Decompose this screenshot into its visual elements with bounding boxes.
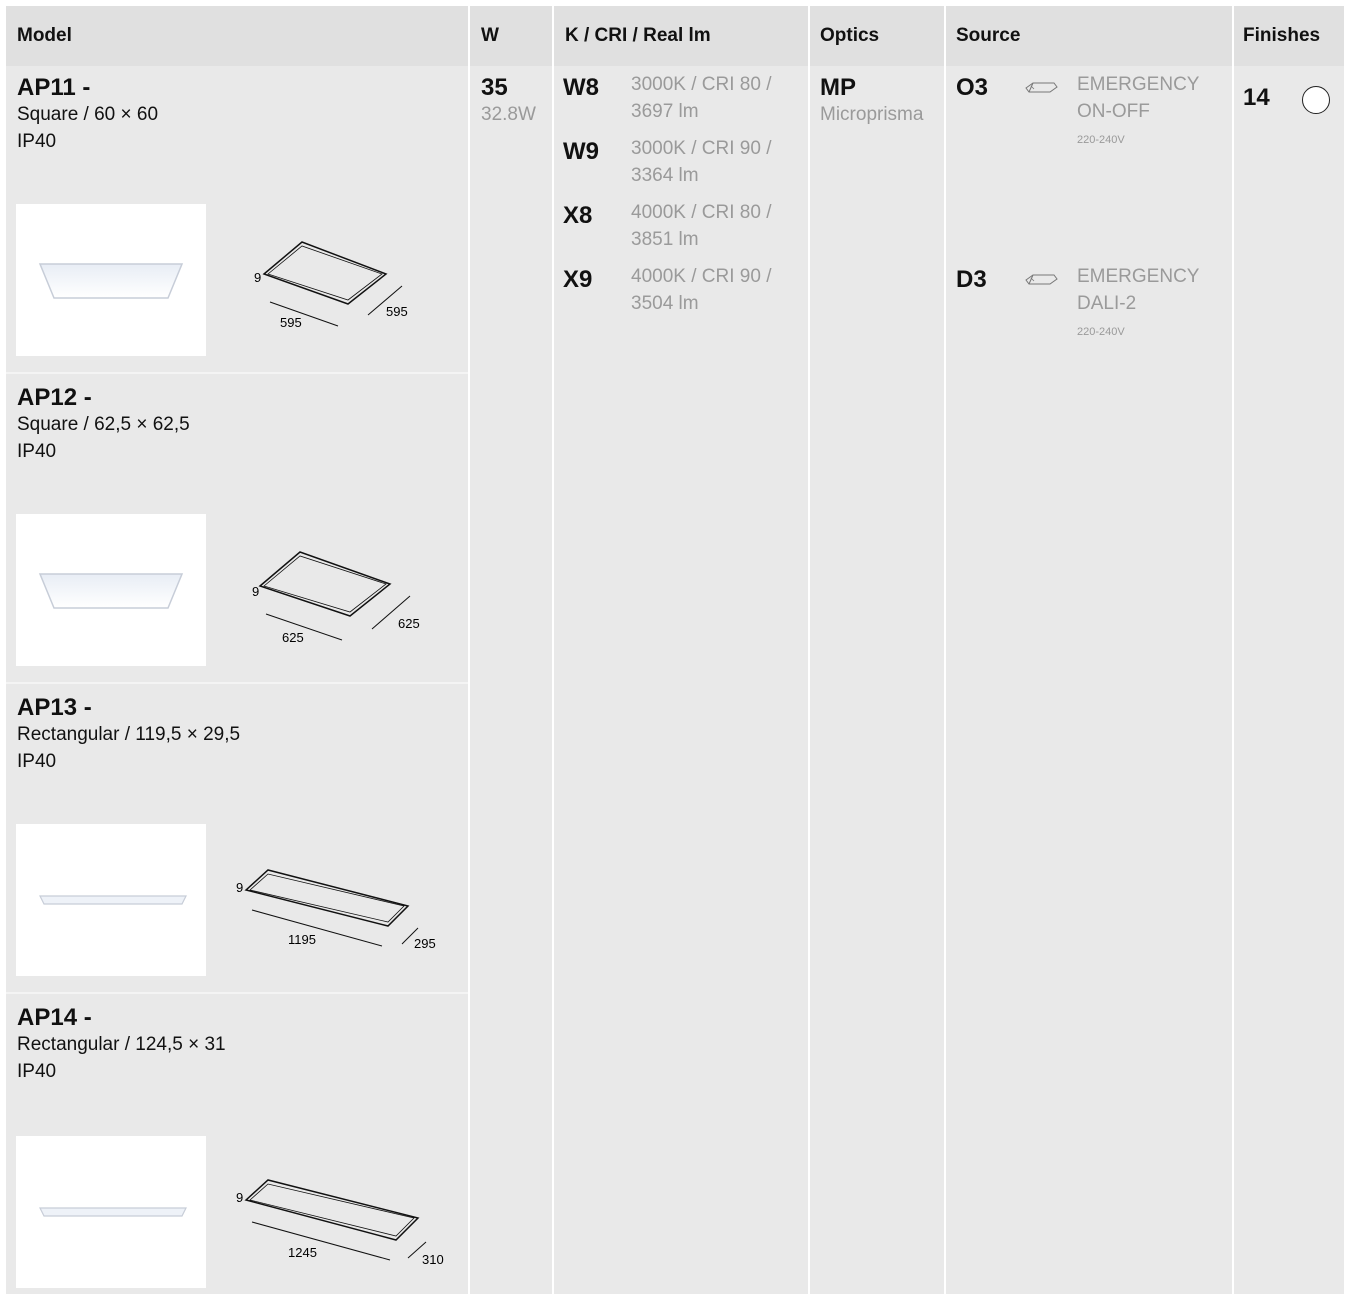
finishes-column: Finishes 14: [1234, 6, 1344, 1294]
kcri-code: W9: [563, 138, 599, 165]
kcri-line2: 3851 lm: [631, 229, 699, 250]
optics-code: MP: [820, 74, 856, 101]
watt-value: 32.8W: [481, 104, 536, 125]
model-ip-rating: IP40: [17, 751, 57, 772]
dim-height: 9: [236, 880, 243, 895]
dim-height: 9: [252, 584, 259, 599]
model-ip-rating: IP40: [17, 131, 57, 152]
kcri-line2: 3697 lm: [631, 101, 699, 122]
source-line1: EMERGENCY: [1077, 74, 1200, 95]
kcri-item: X9 4000K / CRI 90 / 3504 lm: [554, 258, 808, 322]
model-code: AP14 -: [17, 1004, 92, 1031]
model-ip-rating: IP40: [17, 1061, 57, 1082]
model-description: Rectangular / 124,5 × 31: [17, 1034, 226, 1055]
product-photo: [16, 204, 206, 356]
kcri-line1: 3000K / CRI 80 /: [631, 74, 772, 95]
dim-length: 595: [280, 315, 302, 330]
header-optics: Optics: [810, 6, 944, 66]
kcri-item: W8 3000K / CRI 80 / 3697 lm: [554, 66, 808, 130]
source-item: D3 EMERGENCY DALI-2 220-240V: [946, 258, 1232, 438]
header-model: Model: [6, 6, 468, 66]
model-ip-rating: IP40: [17, 441, 57, 462]
source-line2: ON-OFF: [1077, 101, 1150, 122]
finish-code: 14: [1243, 84, 1270, 111]
model-row: AP12 - Square / 62,5 × 62,5 IP40 9 625 6…: [6, 376, 468, 684]
product-photo: [16, 514, 206, 666]
dim-width: 310: [422, 1252, 444, 1267]
dim-length: 625: [282, 630, 304, 645]
model-description: Square / 60 × 60: [17, 104, 159, 125]
watt-code: 35: [481, 74, 508, 101]
model-row: AP14 - Rectangular / 124,5 × 31 IP40 9 1…: [6, 996, 468, 1294]
source-line1: EMERGENCY: [1077, 266, 1200, 287]
model-description: Square / 62,5 × 62,5: [17, 414, 190, 435]
model-row: AP11 - Square / 60 × 60 IP40 9 595 595: [6, 66, 468, 374]
dimension-drawing: 9 1195 295: [232, 844, 452, 956]
product-photo: [16, 824, 206, 976]
optics-name: Microprisma: [820, 104, 924, 125]
product-table: Model AP11 - Square / 60 × 60 IP40 9 595…: [6, 6, 1344, 1294]
kcri-item: W9 3000K / CRI 90 / 3364 lm: [554, 130, 808, 194]
source-column: Source O3 EMERGENCY ON-OFF 220-240V D3 E…: [946, 6, 1232, 1294]
source-line2: DALI-2: [1077, 293, 1137, 314]
kcri-code: W8: [563, 74, 599, 101]
emergency-driver-icon: [1024, 272, 1058, 293]
model-code: AP12 -: [17, 384, 92, 411]
source-code: O3: [956, 74, 989, 101]
kcri-line1: 4000K / CRI 80 /: [631, 202, 772, 223]
source-code: D3: [956, 266, 987, 293]
model-code: AP13 -: [17, 694, 92, 721]
model-code: AP11 -: [17, 74, 91, 101]
emergency-driver-icon: [1024, 80, 1058, 101]
watt-column: W 35 32.8W: [470, 6, 552, 1294]
dimension-drawing: 9 625 625: [232, 534, 452, 646]
source-voltage: 220-240V: [1077, 134, 1125, 146]
model-row: AP13 - Rectangular / 119,5 × 29,5 IP40 9: [6, 686, 468, 994]
kcri-line2: 3364 lm: [631, 165, 699, 186]
header-source: Source: [946, 6, 1232, 66]
source-voltage: 220-240V: [1077, 326, 1125, 338]
dim-height: 9: [254, 270, 261, 285]
finish-swatch: [1302, 86, 1330, 114]
kcri-column: K / CRI / Real lm W8 3000K / CRI 80 / 36…: [554, 6, 808, 1294]
header-w: W: [470, 6, 552, 66]
product-photo: [16, 1136, 206, 1288]
model-column: Model AP11 - Square / 60 × 60 IP40 9 595…: [6, 6, 468, 1294]
kcri-code: X8: [563, 202, 593, 229]
dimension-drawing: 9 595 595: [232, 224, 452, 336]
kcri-line1: 4000K / CRI 90 /: [631, 266, 772, 287]
header-kcri: K / CRI / Real lm: [554, 6, 808, 66]
source-item: O3 EMERGENCY ON-OFF 220-240V: [946, 66, 1232, 246]
dim-height: 9: [236, 1190, 243, 1205]
dim-width: 625: [398, 616, 420, 631]
kcri-line1: 3000K / CRI 90 /: [631, 138, 772, 159]
optics-column: Optics MP Microprisma: [810, 6, 944, 1294]
dim-length: 1245: [288, 1245, 317, 1260]
header-finishes: Finishes: [1234, 6, 1344, 66]
dim-width: 295: [414, 936, 436, 951]
kcri-code: X9: [563, 266, 593, 293]
dim-width: 595: [386, 304, 408, 319]
dimension-drawing: 9 1245 310: [232, 1156, 452, 1268]
kcri-line2: 3504 lm: [631, 293, 699, 314]
model-description: Rectangular / 119,5 × 29,5: [17, 724, 241, 745]
dim-length: 1195: [288, 932, 316, 947]
kcri-item: X8 4000K / CRI 80 / 3851 lm: [554, 194, 808, 258]
